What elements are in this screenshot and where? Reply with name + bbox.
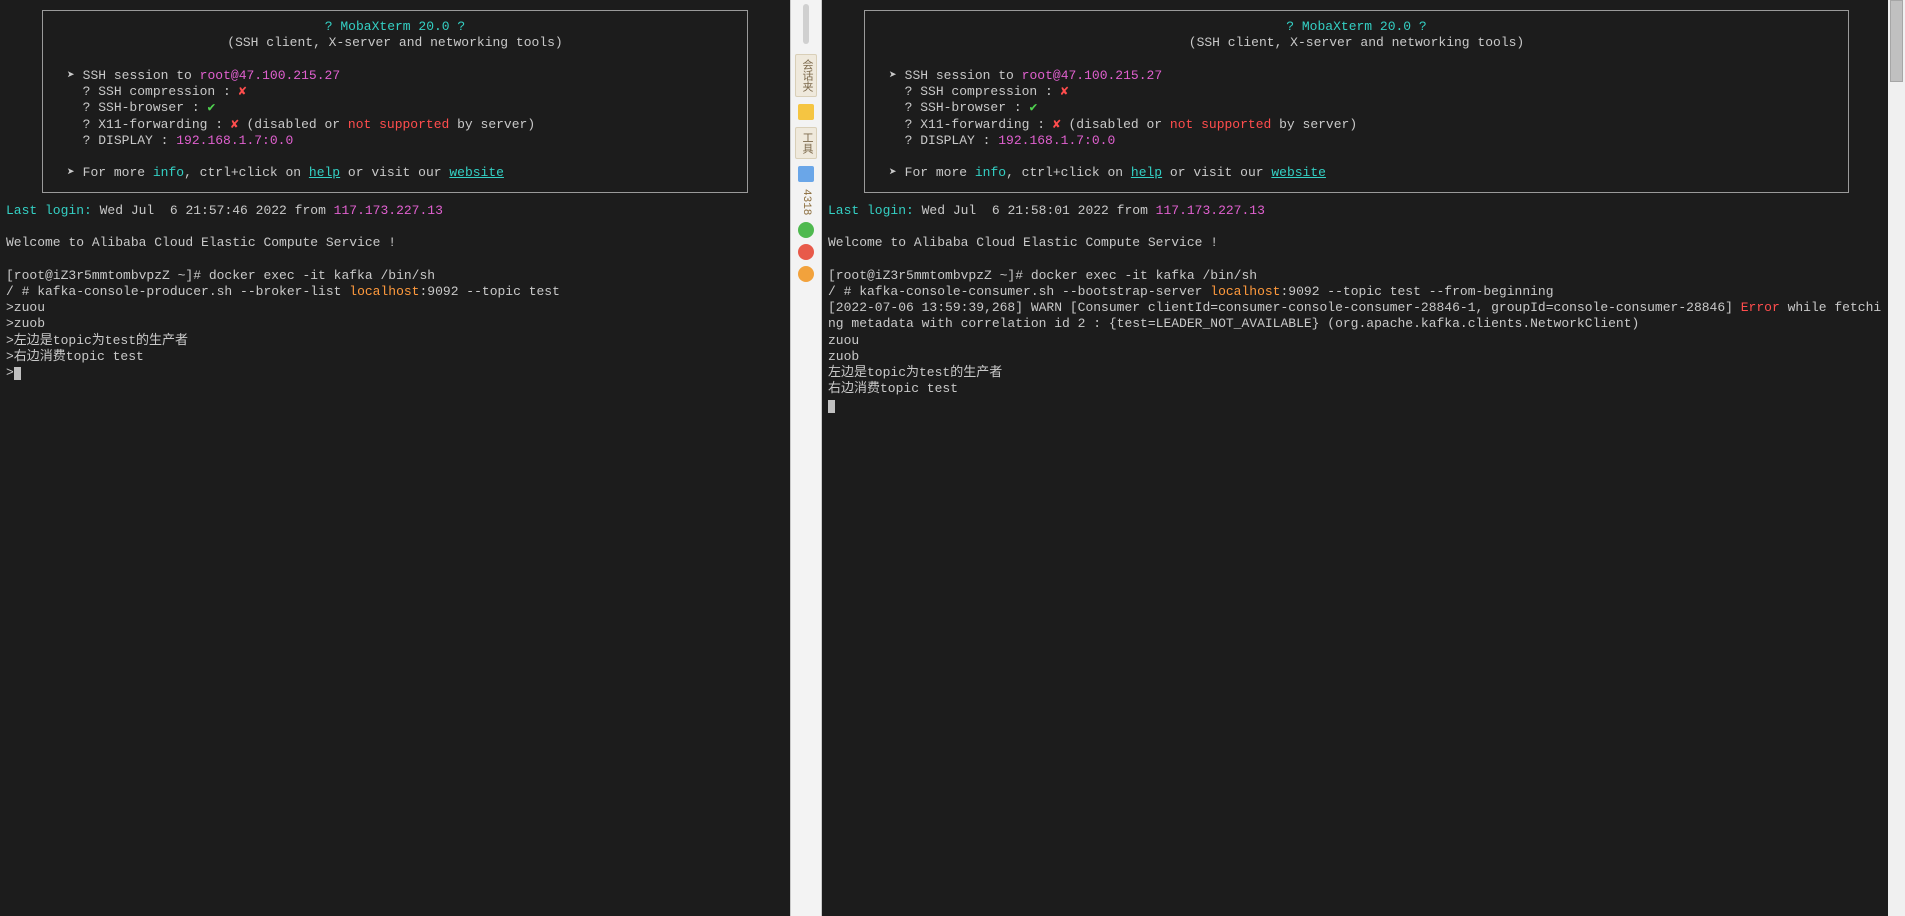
split-terminal-app: ? MobaXterm 20.0 ? (SSH client, X-server… xyxy=(0,0,1905,916)
terminal-pane-left[interactable]: ? MobaXterm 20.0 ? (SSH client, X-server… xyxy=(0,0,790,916)
shell-line: [root@iZ3r5mmtombvpzZ ~]# docker exec -i… xyxy=(828,268,1885,284)
welcome-line: Welcome to Alibaba Cloud Elastic Compute… xyxy=(6,235,784,251)
last-login-line: Last login: Wed Jul 6 21:58:01 2022 from… xyxy=(828,203,1885,219)
scrollbar-thumb[interactable] xyxy=(1890,0,1903,82)
search-icon[interactable] xyxy=(798,166,814,182)
cursor-icon xyxy=(14,367,21,380)
cursor-icon xyxy=(828,400,835,413)
shell-line: [root@iZ3r5mmtombvpzZ ~]# docker exec -i… xyxy=(6,268,784,284)
consumer-command: / # kafka-console-consumer.sh --bootstra… xyxy=(828,284,1885,300)
sidebar-tab-sessions[interactable]: 会话夹 xyxy=(795,54,817,97)
terminal-output-right: ? MobaXterm 20.0 ? (SSH client, X-server… xyxy=(822,0,1905,420)
consumer-output: 右边消费topic test xyxy=(828,381,1885,397)
consumer-output: 左边是topic为test的生产者 xyxy=(828,365,1885,381)
help-link[interactable]: help xyxy=(309,165,340,180)
banner-footer: ➤ For more info, ctrl+click on help or v… xyxy=(879,165,1834,181)
banner-title: ? MobaXterm 20.0 ? (SSH client, X-server… xyxy=(879,19,1834,52)
producer-input: >zuou xyxy=(6,300,784,316)
consumer-output: zuou xyxy=(828,333,1885,349)
terminal-pane-right[interactable]: ? MobaXterm 20.0 ? (SSH client, X-server… xyxy=(822,0,1905,916)
banner-footer: ➤ For more info, ctrl+click on help or v… xyxy=(57,165,733,181)
producer-prompt[interactable]: > xyxy=(6,365,784,381)
mobaxterm-banner: ? MobaXterm 20.0 ? (SSH client, X-server… xyxy=(42,10,748,193)
vertical-scrollbar[interactable] xyxy=(1888,0,1905,916)
drag-handle-icon[interactable] xyxy=(803,4,809,44)
website-link[interactable]: website xyxy=(449,165,504,180)
banner-session: ➤ SSH session to root@47.100.215.27 ? SS… xyxy=(57,68,733,149)
producer-input: >左边是topic为test的生产者 xyxy=(6,333,784,349)
banner-session: ➤ SSH session to root@47.100.215.27 ? SS… xyxy=(879,68,1834,149)
consumer-cursor[interactable] xyxy=(828,398,1885,414)
circle-orange-icon[interactable] xyxy=(798,266,814,282)
last-login-line: Last login: Wed Jul 6 21:57:46 2022 from… xyxy=(6,203,784,219)
producer-input: >右边消费topic test xyxy=(6,349,784,365)
warn-line: [2022-07-06 13:59:39,268] WARN [Consumer… xyxy=(828,300,1885,333)
terminal-output-left: ? MobaXterm 20.0 ? (SSH client, X-server… xyxy=(0,0,790,387)
pane-divider[interactable]: 会话夹 工具 4318 xyxy=(790,0,822,916)
producer-input: >zuob xyxy=(6,316,784,332)
plus-icon[interactable] xyxy=(798,222,814,238)
sidebar-number: 4318 xyxy=(800,189,812,215)
producer-command: / # kafka-console-producer.sh --broker-l… xyxy=(6,284,784,300)
welcome-line: Welcome to Alibaba Cloud Elastic Compute… xyxy=(828,235,1885,251)
sidebar-tab-tools[interactable]: 工具 xyxy=(795,127,817,159)
mobaxterm-banner: ? MobaXterm 20.0 ? (SSH client, X-server… xyxy=(864,10,1849,193)
consumer-output: zuob xyxy=(828,349,1885,365)
help-link[interactable]: help xyxy=(1131,165,1162,180)
banner-title: ? MobaXterm 20.0 ? (SSH client, X-server… xyxy=(57,19,733,52)
circle-red-icon[interactable] xyxy=(798,244,814,260)
website-link[interactable]: website xyxy=(1271,165,1326,180)
star-icon[interactable] xyxy=(798,104,814,120)
